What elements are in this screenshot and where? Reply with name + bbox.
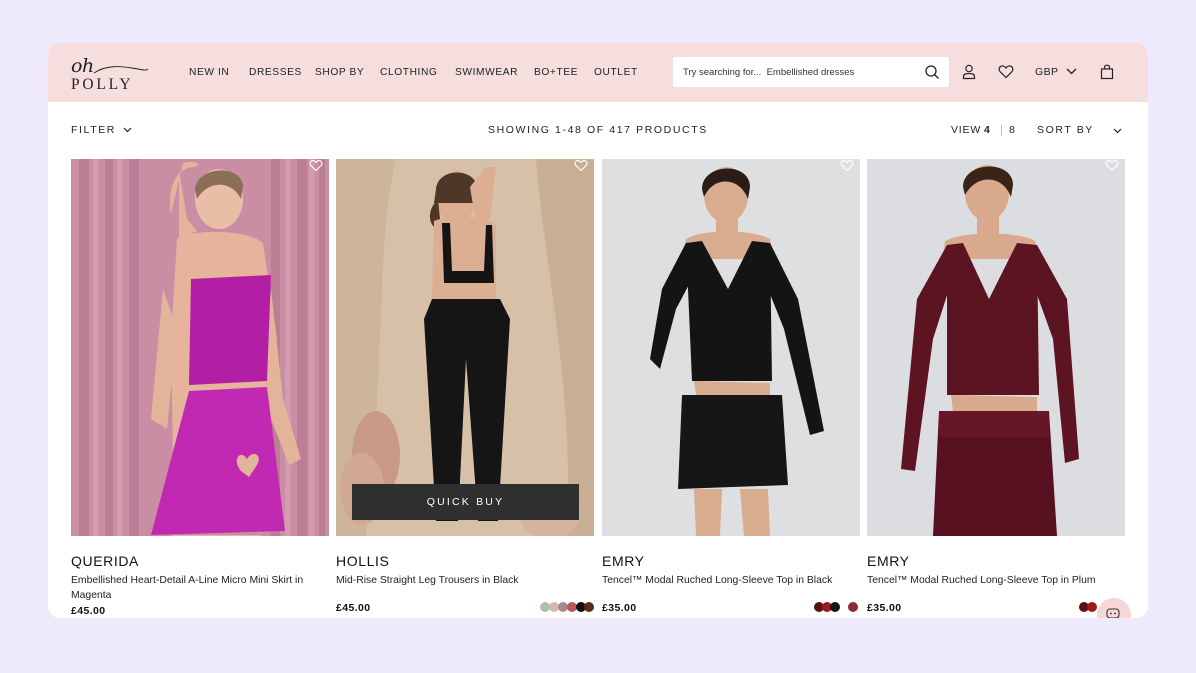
product-name[interactable]: QUERIDA — [71, 553, 139, 569]
page-frame: oh POLLY NEW IN DRESSES SHOP BY CLOTHING… — [48, 43, 1148, 618]
product-price: £35.00 — [602, 602, 637, 614]
chat-button[interactable] — [1097, 598, 1131, 618]
filter-button[interactable]: FILTER — [71, 124, 116, 136]
product-price: £45.00 — [71, 605, 106, 617]
chevron-down-icon[interactable] — [1066, 68, 1077, 75]
product-photo — [71, 159, 329, 536]
product-image[interactable] — [867, 159, 1125, 536]
view-divider — [1001, 125, 1002, 136]
product-name[interactable]: EMRY — [602, 553, 645, 569]
wishlist-heart-icon[interactable] — [309, 159, 323, 172]
wishlist-heart-icon[interactable] — [998, 64, 1014, 79]
product-image[interactable] — [602, 159, 860, 536]
currency-selector[interactable]: GBP — [1035, 66, 1058, 78]
product-photo — [336, 159, 594, 536]
bag-icon[interactable] — [1100, 64, 1114, 80]
nav-new-in[interactable]: NEW IN — [189, 67, 229, 78]
product-photo — [602, 159, 860, 536]
site-header: oh POLLY NEW IN DRESSES SHOP BY CLOTHING… — [48, 43, 1148, 102]
product-photo — [867, 159, 1125, 536]
nav-outlet[interactable]: OUTLET — [594, 67, 638, 78]
search-icon[interactable] — [924, 64, 940, 80]
logo-polly: POLLY — [71, 76, 134, 93]
brand-logo[interactable]: oh POLLY — [70, 55, 150, 93]
color-swatch[interactable] — [830, 602, 840, 612]
nav-swimwear[interactable]: SWIMWEAR — [455, 67, 518, 78]
sort-chevron-icon[interactable] — [1113, 128, 1122, 134]
product-card-emry-plum[interactable]: EMRY Tencel™ Modal Ruched Long-Sleeve To… — [867, 159, 1125, 618]
product-count: SHOWING 1-48 OF 417 PRODUCTS — [488, 124, 708, 136]
logo-oh: oh — [71, 55, 94, 77]
nav-bo-tee[interactable]: BO+TEE — [534, 67, 578, 78]
view-option-4[interactable]: 4 — [984, 124, 990, 136]
product-name[interactable]: EMRY — [867, 553, 910, 569]
product-price: £45.00 — [336, 602, 371, 614]
product-image[interactable]: QUICK BUY — [336, 159, 594, 536]
color-swatch[interactable] — [584, 602, 594, 612]
product-image[interactable] — [71, 159, 329, 536]
color-swatch[interactable] — [848, 602, 858, 612]
nav-clothing[interactable]: CLOTHING — [380, 67, 437, 78]
sort-by-button[interactable]: SORT BY — [1037, 124, 1094, 136]
wishlist-heart-icon[interactable] — [840, 159, 854, 172]
view-label: VIEW — [951, 124, 982, 136]
product-price: £35.00 — [867, 602, 902, 614]
account-icon[interactable] — [962, 64, 976, 80]
product-card-emry-black[interactable]: EMRY Tencel™ Modal Ruched Long-Sleeve To… — [602, 159, 860, 618]
product-description[interactable]: Tencel™ Modal Ruched Long-Sleeve Top in … — [602, 573, 860, 588]
product-card-querida[interactable]: QUERIDA Embellished Heart-Detail A-Line … — [71, 159, 329, 618]
product-name[interactable]: HOLLIS — [336, 553, 389, 569]
product-description[interactable]: Embellished Heart-Detail A-Line Micro Mi… — [71, 573, 329, 603]
nav-shop-by[interactable]: SHOP BY — [315, 67, 364, 78]
wishlist-heart-icon[interactable] — [1105, 159, 1119, 172]
product-card-hollis[interactable]: QUICK BUY HOLLIS Mid-Rise Straight Leg T… — [336, 159, 594, 618]
color-swatch[interactable] — [1087, 602, 1097, 612]
product-description[interactable]: Mid-Rise Straight Leg Trousers in Black — [336, 573, 594, 588]
search-input[interactable] — [683, 65, 913, 79]
search-bar — [673, 57, 949, 87]
view-option-8[interactable]: 8 — [1009, 124, 1015, 136]
filter-chevron-icon[interactable] — [123, 127, 132, 133]
nav-dresses[interactable]: DRESSES — [249, 67, 302, 78]
wishlist-heart-icon[interactable] — [574, 159, 588, 172]
logo-swash — [93, 66, 149, 74]
product-description[interactable]: Tencel™ Modal Ruched Long-Sleeve Top in … — [867, 573, 1125, 588]
chat-icon — [1106, 608, 1120, 618]
quick-buy-button[interactable]: QUICK BUY — [352, 484, 579, 520]
